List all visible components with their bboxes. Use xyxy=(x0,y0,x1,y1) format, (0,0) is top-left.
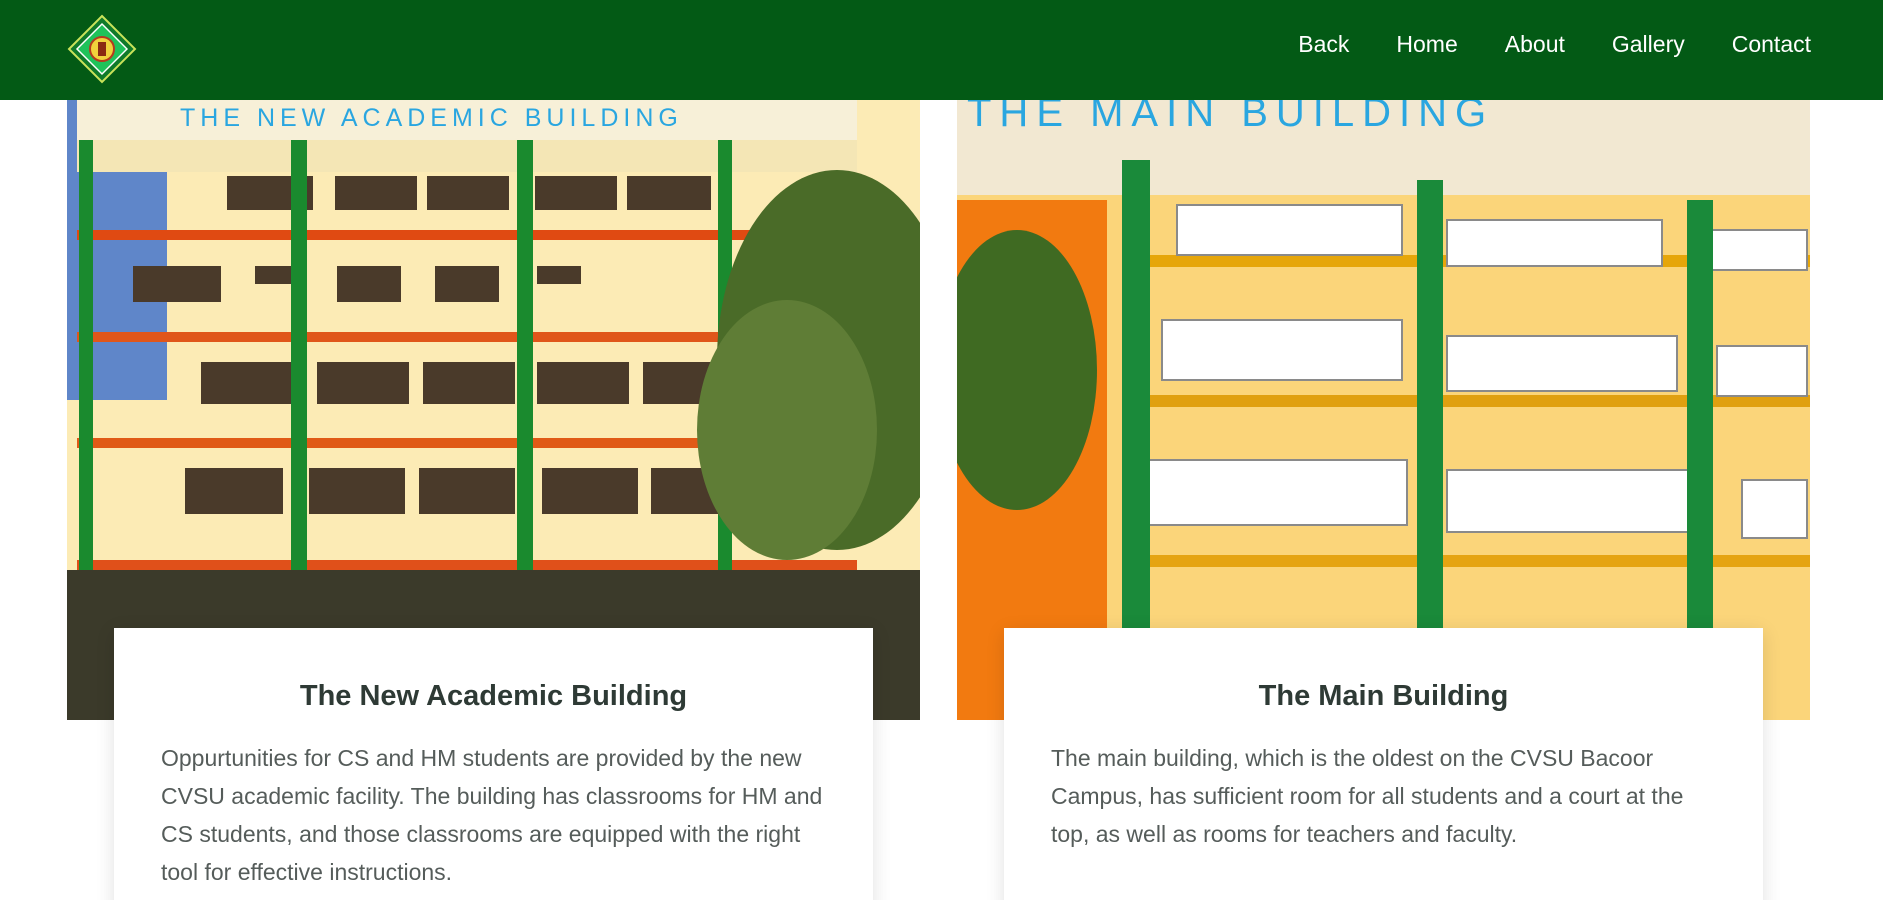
nav-back-link[interactable]: Back xyxy=(1298,30,1349,58)
nav-contact-link[interactable]: Contact xyxy=(1732,30,1811,58)
main-building-photo: THE MAIN BUILDING xyxy=(957,100,1810,720)
new-academic-building-card-body: The New Academic Building Oppurtunities … xyxy=(114,628,873,900)
card-title: The New Academic Building xyxy=(299,680,688,712)
nav-about-link[interactable]: About xyxy=(1505,30,1565,58)
nav-gallery-link[interactable]: Gallery xyxy=(1612,30,1685,58)
nav-menu: Back Home About Gallery Contact xyxy=(1298,30,1811,58)
building-sign-text: THE NEW ACADEMIC BUILDING xyxy=(180,104,683,132)
card-description: The main building, which is the oldest o… xyxy=(1051,745,1684,847)
nav-home-link[interactable]: Home xyxy=(1396,30,1457,58)
main-building-card-body: The Main Building The main building, whi… xyxy=(1004,628,1763,900)
new-academic-building-photo: THE NEW ACADEMIC BUILDING xyxy=(67,100,920,720)
card-title: The Main Building xyxy=(1258,680,1509,712)
card-description: Oppurtunities for CS and HM students are… xyxy=(161,745,823,885)
building-sign-text: THE MAIN BUILDING xyxy=(967,100,1494,135)
top-navbar: Back Home About Gallery Contact xyxy=(0,0,1883,100)
cvsu-seal-icon[interactable] xyxy=(67,14,137,84)
